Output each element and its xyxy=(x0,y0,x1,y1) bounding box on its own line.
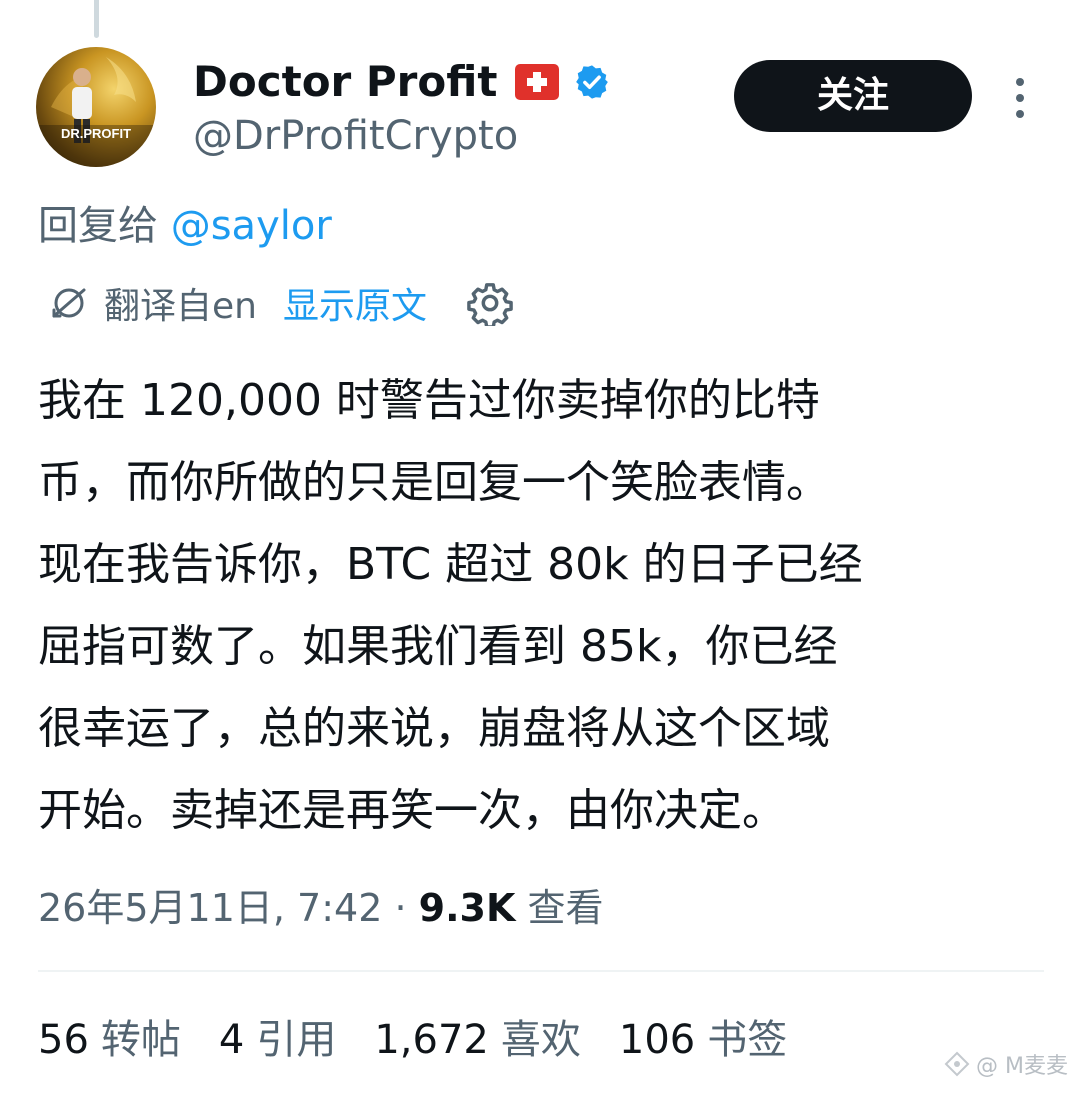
show-original-link[interactable]: 显示原文 xyxy=(283,277,427,329)
quotes-count: 4 xyxy=(218,1017,245,1063)
tweet-text-line: 我在 120,000 时警告过你卖掉你的比特 xyxy=(38,375,820,426)
quotes-label: 引用 xyxy=(256,1017,337,1063)
views-count: 9.3K xyxy=(418,886,516,930)
watermark: @ M麦麦 xyxy=(944,1048,1068,1080)
watermark-logo-icon xyxy=(944,1051,970,1077)
bookmarks-count: 106 xyxy=(618,1017,696,1063)
display-name-text[interactable]: Doctor Profit xyxy=(193,56,497,108)
reply-to-prefix: 回复给 xyxy=(38,203,158,249)
more-vertical-icon[interactable] xyxy=(1010,76,1030,120)
tweet-timestamp[interactable]: 26年5月11日, 7:42 xyxy=(38,886,382,930)
tweet-text: 我在 120,000 时警告过你卖掉你的比特 币，而你所做的只是回复一个笑脸表情… xyxy=(38,360,1048,852)
retweets-label: 转帖 xyxy=(100,1017,181,1063)
retweets-stat[interactable]: 56 转帖 xyxy=(38,1012,181,1068)
watermark-text: @ M麦麦 xyxy=(976,1054,1068,1079)
retweets-count: 56 xyxy=(38,1017,89,1063)
tweet-text-line: 币，而你所做的只是回复一个笑脸表情。 xyxy=(38,457,830,508)
verified-badge-icon xyxy=(576,65,609,99)
author-display-name[interactable]: Doctor Profit xyxy=(193,56,611,108)
tweet-text-line: 开始。卖掉还是再笑一次，由你决定。 xyxy=(38,785,786,836)
tweet-meta: 26年5月11日, 7:42 · 9.3K 查看 xyxy=(38,880,604,936)
author-handle[interactable]: @DrProfitCrypto xyxy=(193,112,518,160)
likes-count: 1,672 xyxy=(374,1017,489,1063)
bookmarks-label: 书签 xyxy=(707,1017,788,1063)
avatar[interactable]: DR.PROFIT xyxy=(36,47,156,167)
reply-to-line: 回复给 @saylor xyxy=(38,200,332,252)
translate-icon xyxy=(52,288,86,318)
meta-separator: · xyxy=(394,886,407,930)
thread-connector-line xyxy=(94,0,99,38)
likes-label: 喜欢 xyxy=(500,1017,581,1063)
likes-stat[interactable]: 1,672 喜欢 xyxy=(374,1012,581,1068)
engagement-stats: 56 转帖 4 引用 1,672 喜欢 106 书签 xyxy=(38,1012,825,1068)
translated-from-label: 翻译自en xyxy=(104,286,257,327)
avatar-logo-text: DR.PROFIT xyxy=(61,126,131,141)
translation-bar: 翻译自en 显示原文 xyxy=(46,276,513,330)
quotes-stat[interactable]: 4 引用 xyxy=(219,1012,336,1068)
divider xyxy=(38,970,1044,972)
views-label: 查看 xyxy=(527,886,604,930)
follow-button[interactable]: 关注 xyxy=(734,60,972,132)
swiss-flag-icon xyxy=(515,64,560,100)
gear-icon[interactable] xyxy=(467,280,513,326)
reply-mention-link[interactable]: @saylor xyxy=(171,203,332,249)
tweet-text-line: 很幸运了，总的来说，崩盘将从这个区域 xyxy=(38,703,830,754)
bookmarks-stat[interactable]: 106 书签 xyxy=(619,1012,787,1068)
tweet-text-line: 现在我告诉你，BTC 超过 80k 的日子已经 xyxy=(38,539,863,590)
tweet-text-line: 屈指可数了。如果我们看到 85k，你已经 xyxy=(38,621,838,672)
